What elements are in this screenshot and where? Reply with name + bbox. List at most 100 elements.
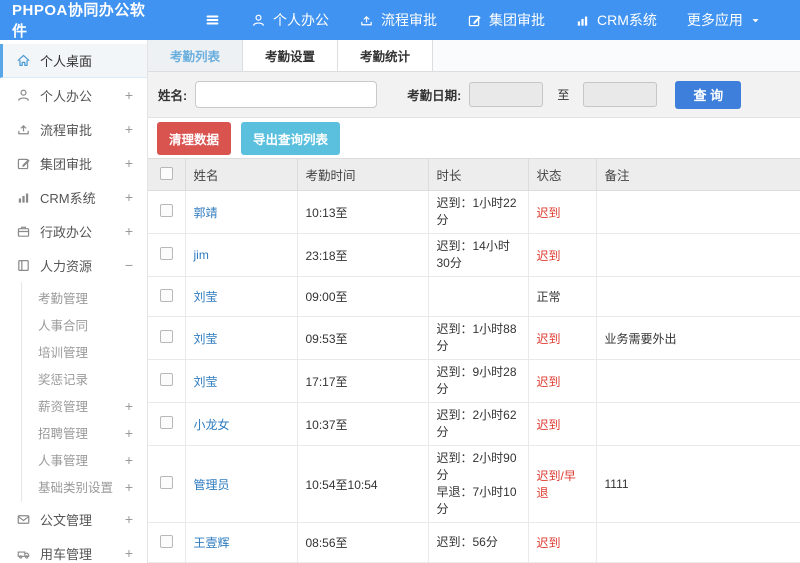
row-checkbox[interactable] — [159, 247, 173, 260]
select-all-checkbox[interactable] — [159, 166, 173, 180]
briefcase-icon — [16, 224, 31, 239]
expand-toggle-icon[interactable]: − — [123, 257, 135, 273]
column-header: 备注 — [595, 158, 800, 191]
duration-line: 迟到：2小时90分 — [436, 451, 517, 482]
duration-cell: 迟到：1小时88分 — [427, 316, 529, 360]
edit-icon — [467, 13, 482, 28]
expand-toggle-icon[interactable]: + — [123, 545, 135, 561]
sidebar-item-label: 集团审批 — [40, 156, 93, 172]
sidebar-item-label: 个人办公 — [40, 88, 93, 104]
row-select-cell — [148, 445, 186, 523]
employee-name-link[interactable]: 刘莹 — [194, 375, 218, 389]
tab-考勤统计[interactable]: 考勤统计 — [338, 40, 434, 71]
sidebar-subitem-label: 奖惩记录 — [38, 373, 89, 387]
attendance-table: 姓名 考勤时间 时长 状态 备注 郭靖 10:13至 迟到：1小时22分 迟到 jim 23:18… — [148, 158, 800, 563]
row-checkbox[interactable] — [159, 288, 173, 302]
expand-toggle-icon[interactable]: + — [123, 511, 135, 527]
employee-name-link[interactable]: 刘莹 — [194, 332, 218, 346]
duration-cell: 迟到：14小时30分 — [427, 233, 529, 277]
sidebar-item[interactable]: 流程审批 + — [0, 112, 147, 146]
row-checkbox[interactable] — [159, 330, 173, 343]
row-select-cell — [148, 233, 186, 277]
time-cell: 17:17至 — [296, 359, 429, 403]
topnav-item-label: 个人办公 — [273, 12, 329, 28]
sidebar-subitem[interactable]: 奖惩记录 — [22, 365, 147, 392]
select-all-header-cell — [148, 158, 186, 191]
sidebar-item[interactable]: 个人桌面 — [0, 44, 147, 78]
status-cell: 正常 — [527, 276, 597, 317]
duration-line: 迟到：2小时62分 — [436, 408, 517, 439]
sidebar-subitem[interactable]: 考勤管理 — [22, 284, 147, 311]
table-row: jim 23:18至 迟到：14小时30分 迟到 — [148, 233, 800, 277]
sidebar-item[interactable]: 公文管理 + — [0, 502, 147, 536]
employee-name-link[interactable]: 王壹辉 — [194, 536, 230, 550]
status-cell: 迟到/早退 — [527, 445, 597, 523]
tab-考勤列表[interactable]: 考勤列表 — [148, 40, 244, 71]
expand-toggle-icon[interactable]: + — [123, 223, 135, 239]
expand-toggle-icon[interactable]: + — [123, 452, 135, 468]
sidebar-subitem[interactable]: 招聘管理 + — [22, 419, 147, 446]
employee-name-link[interactable]: 刘莹 — [194, 290, 218, 304]
duration-cell: 迟到：9小时28分 — [427, 359, 529, 403]
action-bar: 清理数据 导出查询列表 — [148, 118, 800, 158]
name-cell: 小龙女 — [184, 402, 298, 446]
row-checkbox[interactable] — [159, 534, 173, 548]
employee-name-link[interactable]: 管理员 — [194, 478, 230, 492]
note-cell — [595, 359, 800, 403]
expand-toggle-icon[interactable]: + — [123, 398, 135, 414]
topnav-item[interactable]: 集团审批 — [467, 10, 545, 30]
export-list-button[interactable]: 导出查询列表 — [241, 121, 341, 155]
row-checkbox[interactable] — [159, 373, 173, 386]
sidebar-item[interactable]: 用车管理 + — [0, 536, 147, 563]
employee-name-link[interactable]: 小龙女 — [194, 418, 230, 432]
sidebar-subitem[interactable]: 基础类别设置 + — [22, 473, 147, 500]
sidebar-item[interactable]: 个人办公 + — [0, 78, 147, 112]
date-to-input[interactable] — [583, 82, 658, 107]
name-cell: 王壹辉 — [184, 522, 298, 563]
name-filter-input[interactable] — [195, 81, 378, 108]
clear-data-button[interactable]: 清理数据 — [157, 121, 232, 155]
search-button[interactable]: 查 询 — [675, 80, 742, 109]
row-checkbox[interactable] — [159, 204, 173, 217]
row-checkbox[interactable] — [159, 416, 173, 429]
edit-icon — [16, 156, 31, 171]
expand-toggle-icon[interactable]: + — [123, 425, 135, 441]
sidebar-item[interactable]: CRM系统 + — [0, 180, 147, 214]
duration-cell — [427, 276, 529, 317]
expand-toggle-icon[interactable]: + — [123, 121, 135, 137]
sidebar-item[interactable]: 行政办公 + — [0, 214, 147, 248]
sidebar-subitem[interactable]: 薪资管理 + — [22, 392, 147, 419]
topnav-item[interactable]: 更多应用 — [687, 10, 761, 30]
topnav-item-label: CRM系统 — [597, 12, 657, 28]
expand-toggle-icon[interactable]: + — [123, 87, 135, 103]
date-range-to-label: 至 — [557, 88, 570, 102]
sidebar-item[interactable]: 人力资源 − — [0, 248, 147, 282]
attendance-table-wrap: 姓名 考勤时间 时长 状态 备注 郭靖 10:13至 迟到：1小时22分 迟到 jim 23:18… — [148, 158, 800, 563]
sidebar-subitem[interactable]: 培训管理 — [22, 338, 147, 365]
expand-toggle-icon[interactable]: + — [123, 479, 135, 495]
employee-name-link[interactable]: 郭靖 — [194, 206, 218, 220]
topnav-item[interactable]: CRM系统 — [575, 10, 657, 30]
sidebar-item-label: CRM系统 — [40, 190, 96, 206]
time-cell: 09:00至 — [296, 276, 429, 317]
row-select-cell — [148, 359, 186, 403]
duration-cell: 迟到：2小时90分 早退：7小时10分 — [427, 445, 529, 523]
expand-toggle-icon[interactable]: + — [123, 155, 135, 171]
table-row: 刘莹 09:00至 正常 — [148, 276, 800, 317]
sidebar-collapse-button[interactable] — [204, 12, 221, 28]
topnav-item[interactable]: 流程审批 — [359, 10, 437, 30]
topnav-item[interactable]: 个人办公 — [251, 10, 329, 30]
flow-approval-icon — [16, 122, 31, 137]
main-content: 考勤列表 考勤设置 考勤统计 姓名: 考勤日期: 至 查 询 清理数据 导出查询列表 — [148, 40, 800, 563]
sidebar-subitem[interactable]: 人事管理 + — [22, 446, 147, 473]
row-checkbox[interactable] — [159, 476, 173, 489]
name-cell: jim — [184, 233, 298, 277]
employee-name-link[interactable]: jim — [194, 248, 209, 262]
column-header: 状态 — [527, 158, 597, 191]
sidebar-item[interactable]: 集团审批 + — [0, 146, 147, 180]
date-from-input[interactable] — [469, 82, 544, 107]
tab-考勤设置[interactable]: 考勤设置 — [243, 40, 339, 71]
duration-line: 迟到：14小时30分 — [436, 239, 510, 270]
expand-toggle-icon[interactable]: + — [123, 189, 135, 205]
sidebar-subitem[interactable]: 人事合同 — [22, 311, 147, 338]
